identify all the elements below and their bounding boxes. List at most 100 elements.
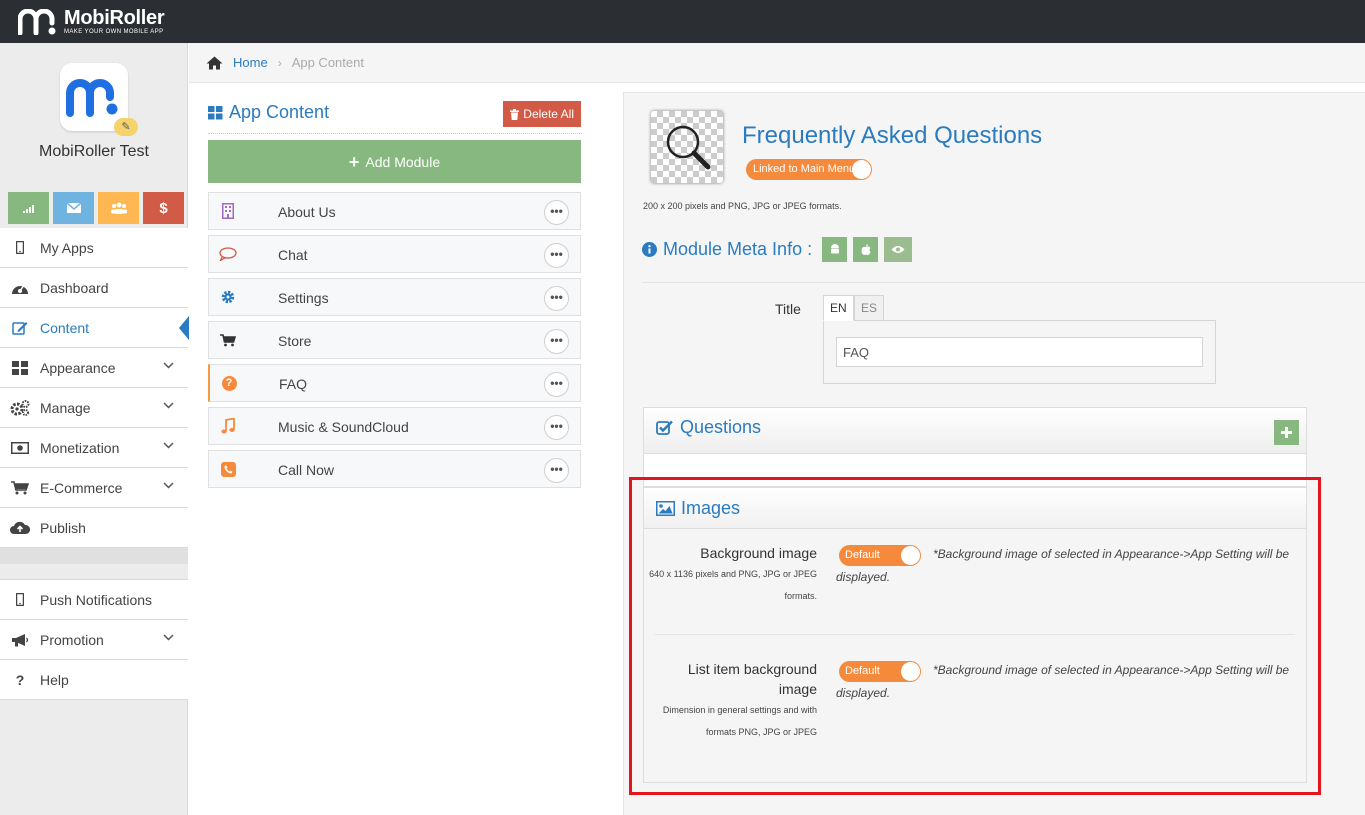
sidebar-item-monetization[interactable]: Monetization: [0, 428, 188, 468]
android-meta-button[interactable]: [822, 237, 848, 262]
sidebar-item-label: Publish: [40, 519, 86, 536]
title-input[interactable]: [836, 337, 1203, 367]
eye-icon: [891, 246, 905, 253]
questions-title-text: Questions: [680, 417, 762, 437]
magnifier-icon: [666, 125, 711, 170]
module-item-settings[interactable]: Settings •••: [208, 278, 581, 316]
android-icon: [830, 244, 839, 254]
home-icon: [206, 56, 223, 69]
money-bill-icon: [11, 441, 29, 454]
sidebar-item-appearance[interactable]: Appearance: [0, 348, 188, 388]
sidebar-item-label: Manage: [40, 399, 91, 416]
module-meta-title: Module Meta Info :: [663, 239, 813, 259]
question-circle-icon: ?: [221, 375, 237, 391]
breadcrumb-home-link[interactable]: Home: [233, 55, 268, 70]
module-item-faq[interactable]: ? FAQ •••: [208, 364, 581, 402]
module-options-button[interactable]: •••: [544, 286, 569, 311]
questions-header: Questions: [644, 408, 1306, 454]
sidebar-item-ecommerce[interactable]: E-Commerce: [0, 468, 188, 508]
music-note-icon: [221, 418, 235, 434]
title-field-label: Title: [775, 301, 801, 317]
linked-toggle-label: Linked to Main Menu: [753, 163, 856, 175]
cart-icon: [220, 333, 236, 346]
check-square-icon: [656, 420, 673, 435]
sidebar-item-publish[interactable]: Publish: [0, 508, 188, 548]
module-options-button[interactable]: •••: [544, 415, 569, 440]
plus-icon: [1281, 427, 1292, 438]
top-bar: MobiRoller MAKE YOUR OWN MOBILE APP: [0, 0, 1365, 43]
module-item-store[interactable]: Store •••: [208, 321, 581, 359]
gears-icon: [10, 399, 30, 416]
messages-button[interactable]: [53, 192, 94, 224]
sidebar-item-content[interactable]: Content: [0, 308, 189, 348]
dollar-icon: $: [159, 199, 168, 217]
module-item-about-us[interactable]: About Us •••: [208, 192, 581, 230]
info-circle-icon: [642, 242, 657, 257]
cloud-upload-icon: [10, 521, 30, 534]
sidebar-item-my-apps[interactable]: My Apps: [0, 228, 188, 268]
tab-language-es[interactable]: ES: [854, 295, 885, 321]
sidebar-nav: My Apps Dashboard Content Appearance Man…: [0, 228, 189, 700]
sidebar-item-help[interactable]: ? Help: [0, 660, 188, 700]
chevron-down-icon: [163, 482, 174, 489]
sidebar-item-promotion[interactable]: Promotion: [0, 620, 188, 660]
app-content-column: App Content Delete All + Add Module Abou…: [208, 84, 582, 488]
breadcrumb: Home › App Content: [189, 43, 1365, 83]
mobiroller-logo-icon: [18, 9, 56, 35]
apple-icon: [861, 243, 871, 255]
module-name: Music & SoundCloud: [278, 419, 409, 435]
module-meta-info: Module Meta Info :: [642, 237, 913, 262]
module-item-music-soundcloud[interactable]: Music & SoundCloud •••: [208, 407, 581, 445]
module-item-call-now[interactable]: Call Now •••: [208, 450, 581, 488]
chevron-down-icon: [163, 442, 174, 449]
module-options-button[interactable]: •••: [544, 458, 569, 483]
module-options-button[interactable]: •••: [544, 372, 569, 397]
stats-button[interactable]: [8, 192, 49, 224]
apple-meta-button[interactable]: [853, 237, 879, 262]
module-name: FAQ: [279, 376, 308, 392]
sidebar-item-label: Help: [40, 671, 69, 688]
quick-buttons: $: [8, 192, 184, 224]
module-item-chat[interactable]: Chat •••: [208, 235, 581, 273]
signal-icon: [22, 205, 34, 213]
app-icon[interactable]: ✎: [60, 63, 138, 136]
sidebar-item-label: My Apps: [40, 239, 94, 256]
phone-icon: [220, 461, 236, 477]
breadcrumb-current: App Content: [291, 55, 364, 70]
images-divider: [655, 634, 1295, 635]
picture-icon: [656, 501, 675, 516]
question-icon: ?: [15, 671, 25, 688]
sidebar-item-label: Push Notifications: [40, 591, 153, 608]
module-options-button[interactable]: •••: [544, 200, 569, 225]
module-name: Store: [278, 333, 312, 349]
background-image-label: Background image: [700, 545, 817, 561]
building-icon: [222, 203, 234, 219]
sidebar-item-push-notifications[interactable]: Push Notifications: [0, 580, 188, 620]
grid-icon: [12, 360, 28, 375]
users-button[interactable]: [98, 192, 139, 224]
add-question-button[interactable]: [1274, 420, 1299, 445]
title-field-box: [823, 320, 1216, 384]
add-module-button[interactable]: + Add Module: [208, 140, 581, 183]
linked-to-main-menu-toggle[interactable]: Linked to Main Menu: [746, 159, 872, 180]
billing-button[interactable]: $: [143, 192, 184, 224]
brand-logo[interactable]: MobiRoller MAKE YOUR OWN MOBILE APP: [18, 7, 165, 37]
sidebar-item-dashboard[interactable]: Dashboard: [0, 268, 188, 308]
module-name: Chat: [278, 247, 308, 263]
images-title-text: Images: [681, 498, 741, 518]
app-content-title: App Content: [208, 102, 329, 123]
tab-language-en[interactable]: EN: [823, 295, 854, 321]
sidebar-item-manage[interactable]: Manage: [0, 388, 188, 428]
preview-meta-button[interactable]: [884, 237, 913, 262]
module-options-button[interactable]: •••: [544, 243, 569, 268]
meta-divider: [642, 282, 1365, 283]
list-item-background-note: *Background image of selected in Appeara…: [836, 663, 1290, 700]
dashboard-gauge-icon: [12, 284, 28, 294]
plus-icon: +: [348, 151, 360, 172]
delete-all-button[interactable]: Delete All: [503, 101, 581, 127]
mobile-phone-icon: [16, 593, 24, 606]
questions-section: Questions: [643, 407, 1307, 487]
edit-app-pencil-icon[interactable]: ✎: [114, 118, 138, 136]
module-icon-upload[interactable]: [651, 111, 723, 183]
module-options-button[interactable]: •••: [544, 329, 569, 354]
